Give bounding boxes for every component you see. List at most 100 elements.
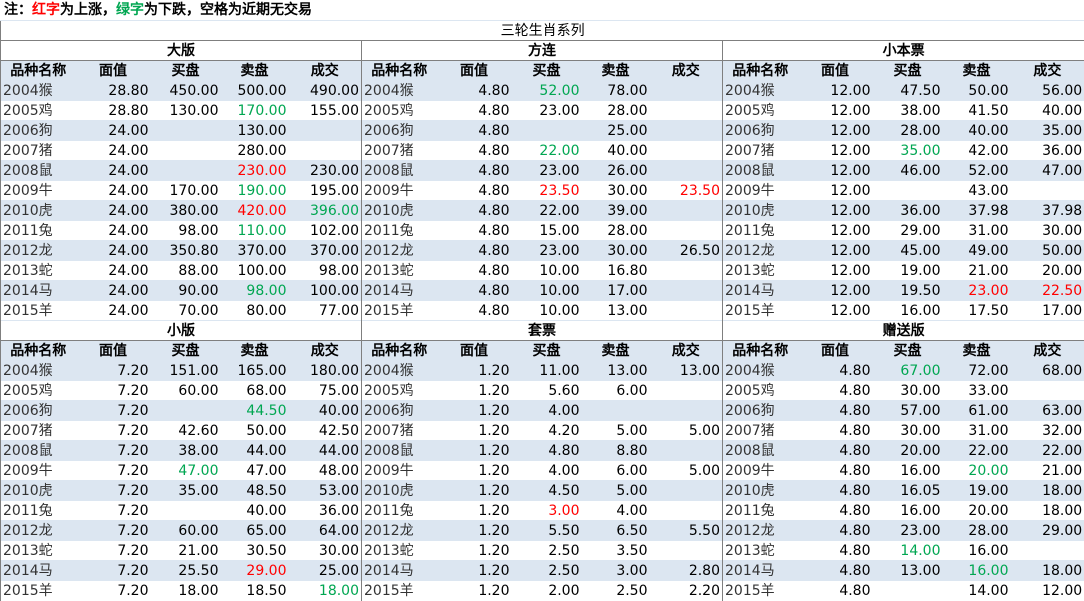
price-cell: 72.00 [942,360,1011,381]
price-cell: 21.00 [942,260,1011,281]
price-cell: 4.80 [797,440,873,461]
price-cell: 4.80 [436,140,512,161]
price-cell [581,400,650,421]
price-cell: 16.00 [942,540,1011,561]
price-cell: 12.00 [797,180,873,201]
price-cell: 29.00 [220,560,289,581]
price-cell: 15.00 [511,220,582,241]
price-cell: 16.00 [942,560,1011,581]
price-cell: 4.80 [436,180,512,201]
variety-cell: 2008鼠 [0,440,76,461]
price-cell: 13.00 [649,360,723,381]
variety-cell: 2009牛 [722,180,798,201]
variety-cell: 2010虎 [0,480,76,501]
price-cell: 12.00 [797,280,873,301]
price-cell: 33.00 [942,380,1011,401]
column-header: 成交 [288,60,362,81]
column-header: 卖盘 [942,340,1011,361]
table-row: 2010虎 7.20 35.00 48.50 53.00 2010虎 1.20 4.50 5.0… [0,480,1084,501]
price-cell: 20.00 [1010,260,1084,281]
variety-cell: 2004猴 [361,80,437,101]
variety-cell: 2010虎 [0,200,76,221]
variety-cell: 2012龙 [722,240,798,261]
price-cell: 50.00 [220,420,289,441]
variety-cell: 2007猪 [0,420,76,441]
price-cell [649,440,723,461]
price-cell [649,200,723,221]
price-cell: 78.00 [581,80,650,101]
variety-cell: 2006狗 [0,120,76,141]
price-cell: 13.00 [581,300,650,321]
price-cell: 1.20 [436,500,512,521]
variety-cell: 2009牛 [0,180,76,201]
price-cell: 43.00 [942,180,1011,201]
variety-cell: 2012龙 [0,240,76,261]
variety-cell: 2011兔 [361,220,437,241]
price-cell: 7.20 [75,560,151,581]
column-header: 买盘 [872,60,943,81]
price-cell: 24.00 [75,140,151,161]
column-header: 买盘 [511,60,582,81]
price-cell: 230.00 [288,160,362,181]
column-header: 成交 [649,60,723,81]
price-cell: 98.00 [288,260,362,281]
price-cell [872,580,943,601]
variety-cell: 2009牛 [0,460,76,481]
price-cell: 19.00 [872,260,943,281]
price-cell: 7.20 [75,420,151,441]
price-cell [649,400,723,421]
price-cell: 42.60 [150,420,221,441]
variety-cell: 2014马 [722,560,798,581]
column-header: 卖盘 [220,60,289,81]
price-cell: 36.00 [872,200,943,221]
price-cell: 61.00 [942,400,1011,421]
variety-cell: 2010虎 [722,200,798,221]
price-cell: 4.80 [436,280,512,301]
price-cell: 1.20 [436,420,512,441]
price-cell: 60.00 [150,380,221,401]
price-cell: 102.00 [288,220,362,241]
price-cell: 65.00 [220,520,289,541]
variety-cell: 2010虎 [722,480,798,501]
price-cell: 1.20 [436,560,512,581]
price-cell: 29.00 [872,220,943,241]
price-cell: 23.00 [942,280,1011,301]
legend-note: 注：红字为上涨，绿字为下跌，空格为近期无交易 [0,0,1084,20]
table-row: 2004猴 28.80 450.00 500.00 490.00 2004猴 4.80 52.… [0,80,1084,101]
note-prefix: 注： [4,2,32,18]
price-cell: 21.00 [1010,460,1084,481]
price-cell: 12.00 [797,300,873,321]
price-cell: 24.00 [75,220,151,241]
price-cell: 16.00 [872,500,943,521]
price-cell: 1.20 [436,520,512,541]
column-header: 面值 [436,340,512,361]
price-cell: 37.98 [942,200,1011,221]
variety-cell: 2012龙 [361,240,437,261]
price-cell: 7.20 [75,400,151,421]
price-cell: 6.00 [581,380,650,401]
price-cell: 98.00 [220,280,289,301]
price-cell [150,120,221,141]
price-cell: 5.00 [581,420,650,441]
price-cell: 4.80 [436,160,512,181]
price-cell: 39.00 [581,200,650,221]
price-cell: 21.00 [150,540,221,561]
price-cell: 1.20 [436,480,512,501]
price-cell: 7.20 [75,460,151,481]
price-cell [150,140,221,161]
price-cell: 44.00 [220,440,289,461]
variety-cell: 2011兔 [722,220,798,241]
table-row: 2008鼠 24.00 230.00 230.00 2008鼠 4.80 23.00 26.0… [0,160,1084,181]
price-cell: 80.00 [220,300,289,321]
price-cell: 60.00 [150,520,221,541]
price-cell: 16.00 [872,460,943,481]
column-header: 买盘 [150,60,221,81]
price-cell [649,100,723,121]
price-cell [649,280,723,301]
variety-cell: 2011兔 [361,500,437,521]
price-cell: 4.80 [436,260,512,281]
note-red-word: 红字 [32,2,60,18]
price-cell: 24.00 [75,120,151,141]
price-cell: 40.00 [1010,100,1084,121]
price-cell: 4.80 [436,220,512,241]
